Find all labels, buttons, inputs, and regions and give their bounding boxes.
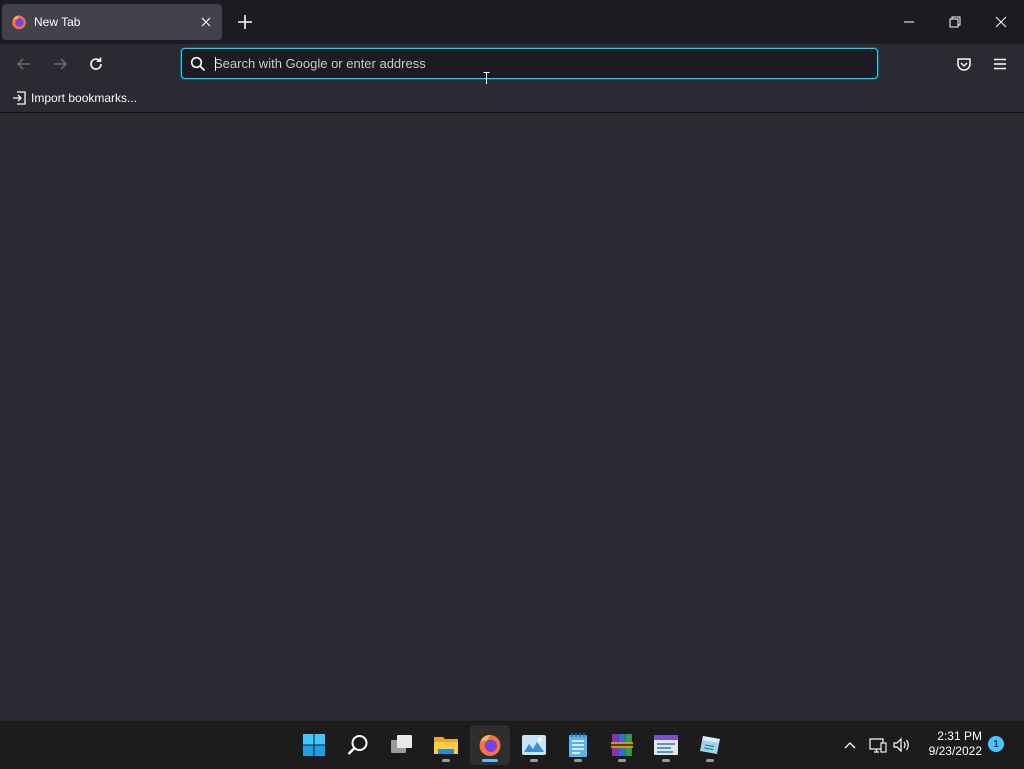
taskbar-winrar[interactable] [602, 725, 642, 765]
file-explorer-icon [434, 737, 458, 754]
search-icon [347, 735, 368, 755]
network-tray-button[interactable] [868, 729, 888, 761]
volume-tray-button[interactable] [892, 729, 912, 761]
app-menu-button[interactable] [986, 50, 1014, 78]
speaker-icon [893, 737, 909, 753]
url-input[interactable] [214, 49, 864, 78]
taskbar-file-explorer[interactable] [426, 725, 466, 765]
pocket-icon [957, 58, 971, 71]
taskbar-photos[interactable] [514, 725, 554, 765]
winrar-icon [611, 734, 633, 756]
back-arrow-icon [16, 58, 30, 70]
restore-button[interactable] [932, 0, 978, 44]
import-icon [13, 91, 26, 105]
hamburger-menu-icon [994, 58, 1006, 70]
firefox-icon [479, 735, 501, 756]
minimize-button[interactable] [886, 0, 932, 44]
pocket-button[interactable] [950, 50, 978, 78]
close-tab-icon[interactable] [198, 14, 214, 30]
chevron-up-icon [844, 742, 856, 749]
notification-badge[interactable]: 1 [988, 736, 1004, 752]
new-tab-page [0, 113, 1024, 720]
reload-button[interactable] [82, 50, 110, 78]
app-icon [700, 736, 720, 754]
forward-arrow-icon [54, 58, 68, 70]
tab-new-tab[interactable]: New Tab [2, 4, 222, 40]
import-bookmarks-label: Import bookmarks... [31, 91, 138, 105]
plus-icon [238, 15, 252, 29]
back-button[interactable] [10, 50, 38, 78]
close-window-button[interactable] [978, 0, 1024, 44]
taskbar-clock[interactable]: 2:31 PM 9/23/2022 [912, 729, 982, 759]
taskbar-notepad[interactable] [558, 725, 598, 765]
bookmarks-toolbar: Import bookmarks... [0, 84, 1024, 113]
taskbar-firefox[interactable] [470, 725, 510, 765]
import-bookmarks-button[interactable]: Import bookmarks... [12, 89, 137, 107]
running-indicator [530, 759, 538, 762]
running-indicator [442, 759, 450, 762]
navigation-toolbar [0, 44, 1024, 86]
control-panel-icon [654, 735, 678, 755]
task-view-button[interactable] [382, 725, 422, 765]
running-indicator [574, 759, 582, 762]
active-indicator [482, 759, 498, 762]
forward-button[interactable] [46, 50, 74, 78]
start-icon [303, 734, 325, 756]
text-caret [215, 57, 216, 71]
running-indicator [618, 759, 626, 762]
new-tab-button[interactable] [231, 8, 259, 36]
taskbar: 2:31 PM 9/23/2022 [0, 720, 1024, 769]
running-indicator [706, 759, 714, 762]
taskbar-search-button[interactable] [338, 725, 378, 765]
taskbar-control-panel[interactable] [646, 725, 686, 765]
minimize-icon [904, 21, 914, 23]
start-button[interactable] [294, 725, 334, 765]
address-bar[interactable] [181, 48, 878, 86]
firefox-favicon-icon [11, 14, 27, 30]
close-icon [995, 16, 1007, 28]
title-bar: New Tab [0, 0, 1024, 44]
restore-icon [949, 16, 961, 28]
search-icon [190, 56, 206, 72]
running-indicator [662, 759, 670, 762]
photos-icon [522, 735, 546, 755]
tab-title: New Tab [34, 15, 81, 29]
clock-date: 9/23/2022 [928, 744, 982, 758]
show-hidden-icons-button[interactable] [840, 729, 860, 761]
taskbar-app[interactable] [690, 725, 730, 765]
network-icon [869, 738, 887, 753]
clock-time: 2:31 PM [937, 729, 982, 743]
task-view-icon [391, 735, 412, 753]
notepad-icon [569, 733, 587, 757]
reload-icon [90, 57, 102, 70]
